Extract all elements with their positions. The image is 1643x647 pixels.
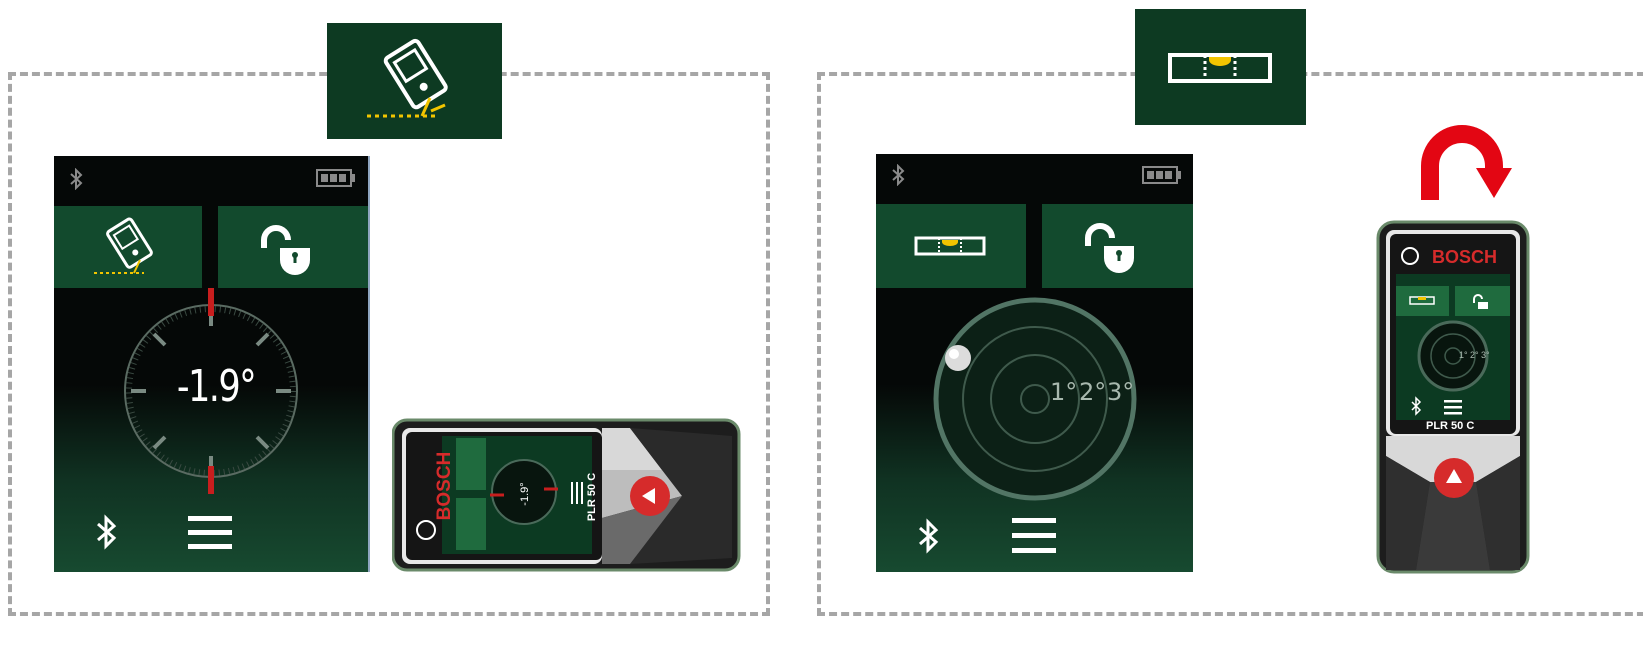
lock-tile[interactable] xyxy=(1042,204,1193,288)
scale-label-1: 1° xyxy=(1050,378,1078,406)
unlock-icon xyxy=(261,225,310,275)
device-scale-label-3: 3° xyxy=(1481,350,1490,360)
horizontal-device: BOSCH PLR 50 C -1.9° xyxy=(391,418,742,572)
tilt-mode-badge xyxy=(327,23,502,139)
tilt-app-screen: -1.9° xyxy=(54,156,370,572)
device-brand-label: BOSCH xyxy=(1432,247,1498,267)
level-app-screen: 1° 2° 3° xyxy=(876,154,1193,572)
device-scale-label-2: 2° xyxy=(1470,350,1479,360)
lock-tile[interactable] xyxy=(218,206,368,288)
tilt-mode-tile[interactable] xyxy=(54,206,202,288)
device-screen-readout: -1.9° xyxy=(519,482,531,506)
bluetooth-status-icon xyxy=(70,168,83,190)
device-brand-label: BOSCH xyxy=(434,451,455,521)
spirit-level-icon xyxy=(1168,53,1272,83)
bluetooth-icon[interactable] xyxy=(916,518,940,554)
tilt-mode-icon xyxy=(94,217,153,274)
device-scale-label-1: 1° xyxy=(1459,350,1468,360)
rotate-device-arrow-icon xyxy=(1421,125,1512,200)
device-model-label: PLR 50 C xyxy=(586,472,598,522)
level-mode-badge xyxy=(1135,9,1306,125)
level-bubble xyxy=(945,345,971,371)
bluetooth-status-icon xyxy=(892,164,905,186)
tilt-indicator-top xyxy=(208,288,214,316)
spirit-level-icon xyxy=(914,236,986,256)
device-model-label: PLR 50 C xyxy=(1426,420,1475,432)
tilt-indicator-bottom xyxy=(208,466,214,494)
menu-icon[interactable] xyxy=(188,514,232,552)
scale-label-3: 3° xyxy=(1107,378,1135,406)
level-mode-tile[interactable] xyxy=(876,204,1026,288)
battery-icon xyxy=(1142,166,1181,184)
vertical-device: BOSCH 1° 2° 3° PLR 50 C xyxy=(1376,220,1530,574)
bluetooth-icon[interactable] xyxy=(94,514,118,550)
scale-label-2: 2° xyxy=(1079,378,1107,406)
menu-icon[interactable] xyxy=(1012,516,1056,556)
unlock-icon xyxy=(1085,223,1134,273)
tilt-mode-icon xyxy=(367,38,448,118)
battery-icon xyxy=(316,169,355,187)
tilt-readout: -1.9° xyxy=(176,361,257,412)
